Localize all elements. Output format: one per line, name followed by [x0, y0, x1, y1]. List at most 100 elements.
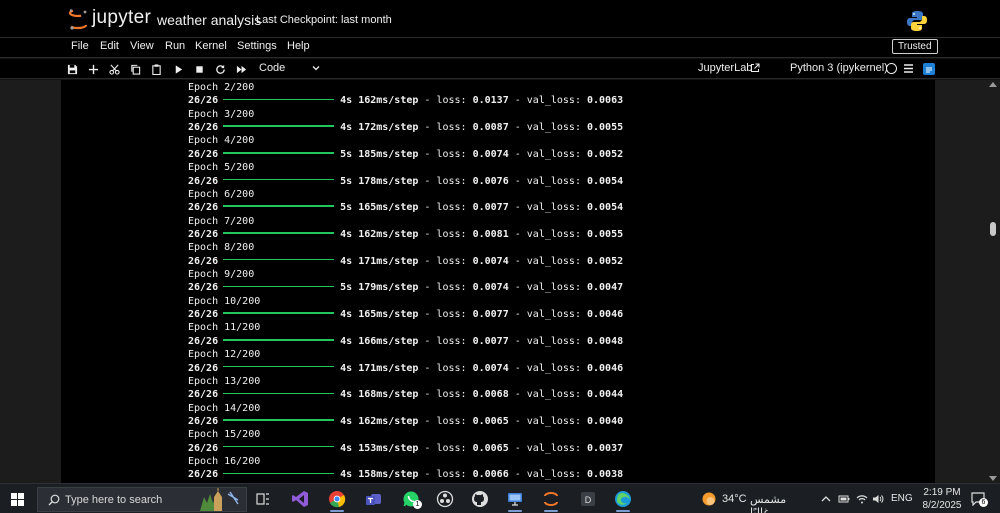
val-loss-value: 0.0063: [587, 95, 624, 107]
ms-per-step: 153ms/step: [358, 442, 419, 454]
visual-studio-icon[interactable]: [290, 489, 310, 509]
epoch-progress-line: 26/26 4s 168ms/step - loss: 0.0068 - val_…: [188, 389, 624, 401]
obs-icon[interactable]: [435, 489, 455, 509]
epoch-header: Epoch 10/200: [188, 295, 261, 307]
epoch-progress-line: 26/26 4s 158ms/step - loss: 0.0066 - val_…: [188, 469, 624, 481]
open-jupyterlab-link[interactable]: JupyterLab: [698, 62, 752, 74]
clock-time[interactable]: 2:19 PM: [922, 487, 962, 498]
loss-value: 0.0068: [472, 389, 509, 401]
temperature[interactable]: 34°C: [722, 493, 747, 505]
menu-edit[interactable]: Edit: [100, 40, 119, 52]
chevron-up-icon[interactable]: [820, 493, 832, 505]
epoch-time: 4s: [340, 335, 353, 347]
sun-weather-icon[interactable]: [701, 491, 717, 507]
menu-run[interactable]: Run: [165, 40, 185, 52]
input-language[interactable]: ENG: [891, 493, 913, 504]
progress-bar: [223, 419, 335, 421]
stop-icon[interactable]: [192, 62, 206, 76]
taskbar-search-box[interactable]: Type here to search: [37, 487, 247, 512]
notebook-title[interactable]: weather analysis: [157, 12, 261, 28]
epoch-header: Epoch 7/200: [188, 215, 255, 227]
step-count: 26/26: [188, 95, 219, 107]
add-cell-icon[interactable]: [86, 62, 100, 76]
paste-icon[interactable]: [149, 62, 163, 76]
epoch-header: Epoch 8/200: [188, 242, 255, 254]
epoch-time: 4s: [340, 415, 353, 427]
menu-settings[interactable]: Settings: [237, 40, 277, 52]
run-icon[interactable]: [171, 62, 185, 76]
active-indicator: [544, 510, 558, 512]
progress-bar: [223, 258, 335, 261]
start-icon[interactable]: [11, 493, 24, 506]
ms-per-step: 162ms/step: [358, 95, 419, 107]
jupyter-taskbar-icon[interactable]: [541, 489, 561, 512]
step-count: 26/26: [188, 415, 219, 427]
menu-help[interactable]: Help: [287, 40, 310, 52]
cell-type-select[interactable]: Code: [259, 62, 285, 74]
remote-desktop-icon[interactable]: [505, 489, 525, 512]
epoch-header: Epoch 13/200: [188, 375, 261, 387]
epoch-header: Epoch 15/200: [188, 429, 261, 441]
epoch-time: 4s: [340, 255, 353, 267]
epoch-header: Epoch 5/200: [188, 162, 255, 174]
vertical-scrollbar[interactable]: [986, 80, 1000, 483]
jupyter-logo-icon: [68, 8, 88, 30]
copy-icon[interactable]: [128, 62, 142, 76]
restart-icon[interactable]: [213, 62, 227, 76]
search-placeholder: Type here to search: [65, 494, 163, 506]
active-indicator: [330, 510, 344, 512]
chevron-down-icon[interactable]: [311, 63, 321, 73]
teams-icon[interactable]: [364, 489, 384, 509]
scroll-down-arrow-icon[interactable]: [989, 476, 997, 481]
val-loss-value: 0.0054: [587, 175, 624, 187]
github-icon[interactable]: [470, 489, 490, 509]
scroll-up-arrow-icon[interactable]: [989, 82, 997, 87]
epoch-progress-line: 26/26 5s 185ms/step - loss: 0.0074 - val_…: [188, 148, 624, 160]
jupyter-brand[interactable]: jupyter: [92, 7, 151, 29]
epoch-progress-line: 26/26 5s 165ms/step - loss: 0.0077 - val_…: [188, 202, 624, 214]
ms-per-step: 158ms/step: [358, 469, 419, 481]
wifi-icon[interactable]: [856, 493, 868, 505]
progress-bar: [223, 339, 335, 341]
menu-kernel[interactable]: Kernel: [195, 40, 227, 52]
scroll-thumb[interactable]: [990, 222, 996, 236]
epoch-time: 5s: [340, 175, 353, 187]
clock-date[interactable]: 8/2/2025: [919, 500, 965, 511]
save-icon[interactable]: [65, 62, 79, 76]
epoch-time: 4s: [340, 309, 353, 321]
notebook-toolbar: Code JupyterLab Python 3 (ipykernel): [0, 59, 1000, 79]
epoch-time: 5s: [340, 202, 353, 214]
kernel-name[interactable]: Python 3 (ipykernel): [790, 62, 888, 74]
command-palette-icon[interactable]: [923, 63, 935, 75]
edge-icon[interactable]: [613, 489, 633, 512]
val-loss-value: 0.0047: [587, 282, 624, 294]
step-count: 26/26: [188, 175, 219, 187]
loss-value: 0.0074: [472, 362, 509, 374]
progress-bar: [223, 472, 335, 475]
epoch-header: Epoch 3/200: [188, 108, 255, 120]
loss-value: 0.0066: [472, 469, 509, 481]
task-view-icon[interactable]: [253, 489, 273, 509]
epoch-time: 4s: [340, 362, 353, 374]
chrome-icon[interactable]: [327, 489, 347, 512]
whatsapp-icon[interactable]: 1: [401, 489, 422, 509]
val-loss-value: 0.0044: [587, 389, 624, 401]
menu-file[interactable]: File: [71, 40, 89, 52]
weather-description[interactable]: مشمس غالبًا: [750, 493, 806, 513]
val-loss-value: 0.0055: [587, 228, 624, 240]
external-link-icon[interactable]: [750, 63, 760, 73]
app-d-icon[interactable]: D: [578, 489, 598, 509]
progress-bar: [223, 392, 335, 395]
epoch-time: 5s: [340, 282, 353, 294]
val-loss-value: 0.0052: [587, 148, 624, 160]
progress-bar: [223, 365, 335, 368]
trusted-badge[interactable]: Trusted: [892, 39, 938, 54]
cut-icon[interactable]: [107, 62, 121, 76]
volume-icon[interactable]: [872, 493, 884, 505]
fast-forward-icon[interactable]: [234, 62, 248, 76]
epoch-progress-line: 26/26 4s 162ms/step - loss: 0.0065 - val_…: [188, 415, 624, 427]
menu-icon[interactable]: [903, 63, 914, 74]
val-loss-value: 0.0052: [587, 255, 624, 267]
menu-view[interactable]: View: [130, 40, 154, 52]
battery-icon[interactable]: [838, 493, 850, 505]
